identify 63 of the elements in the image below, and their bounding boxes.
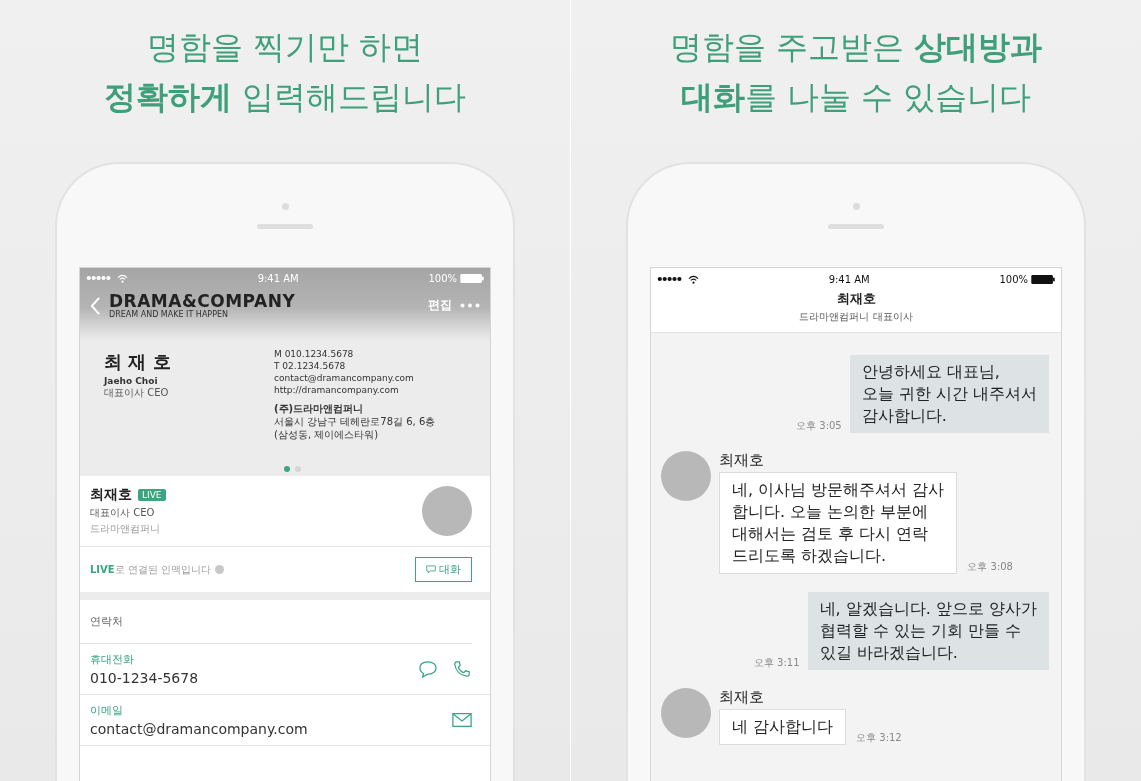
card-contact-line: T 02.1234.5678 [274, 360, 347, 372]
edit-button[interactable]: 편집 [428, 297, 452, 314]
card-contact-line: http://dramancompany.com [274, 384, 400, 396]
camera-icon [281, 202, 289, 210]
battery-text: 100% [428, 272, 457, 284]
message-time: 오후 3:11 [753, 656, 800, 670]
field-label: 휴대전화 [90, 652, 135, 667]
received-message: 네, 이사님 방문해주셔서 감사 합니다. 오늘 논의한 부분에 대해서는 검토 후 다시 연락 드리도록 하겠습니다. [719, 472, 958, 574]
headline-line: 정확하게 입력해드립니다 [103, 77, 467, 118]
battery-text: 100% [999, 273, 1028, 285]
received-message: 네 감사합니다 [719, 709, 847, 745]
headline-line: 명함을 찍기만 하면 [146, 27, 424, 68]
speech-bubble-icon [426, 565, 436, 574]
phone-icon[interactable] [452, 660, 472, 678]
speaker-icon [828, 223, 884, 229]
message-icon[interactable] [418, 660, 438, 678]
headline-line: 대화를 나눌 수 있습니다 [680, 77, 1032, 118]
back-icon[interactable] [90, 295, 101, 316]
contact-company: 드라마앤컴퍼니 [90, 522, 161, 536]
message-time: 오후 3:05 [796, 419, 842, 433]
field-value: contact@dramancompany.com [90, 721, 309, 737]
card-address-line: (주)드라마앤컴퍼니 [274, 402, 365, 415]
avatar [422, 486, 472, 536]
contact-title: 대표이사 CEO [90, 506, 156, 520]
camera-icon [852, 202, 860, 210]
card-name: 최 재 호 [104, 350, 172, 374]
card-name-english: Jaeho Choi [104, 376, 159, 386]
card-address-line: 서울시 강남구 테헤란로78길 6, 6층 [274, 415, 436, 428]
card-title: 대표이사 CEO [104, 386, 170, 400]
company-logo: DRAMA&COMPANY [109, 292, 297, 310]
message-time: 오후 3:12 [856, 731, 902, 745]
sender-name: 최재호 [719, 688, 765, 707]
avatar [661, 688, 711, 738]
chat-button[interactable]: 대화 [415, 557, 472, 582]
message-time: 오후 3:08 [967, 560, 1013, 574]
avatar [661, 451, 711, 501]
speaker-icon [257, 223, 313, 229]
wifi-icon [117, 273, 128, 283]
live-badge: LIVE [138, 489, 166, 501]
page-dot[interactable] [283, 466, 290, 472]
more-icon[interactable] [460, 303, 480, 308]
wifi-icon [688, 274, 699, 284]
battery-icon [1031, 274, 1055, 284]
contact-name: 최재호 [90, 486, 132, 504]
live-note: LIVE로 연결된 인맥입니다 [90, 562, 212, 577]
status-time: 9:41 AM [827, 273, 871, 285]
logo-tagline: DREAM AND MAKE IT HAPPEN [109, 310, 230, 319]
card-contact-line: M 010.1234.5678 [274, 348, 355, 360]
field-label: 이메일 [90, 703, 124, 718]
chat-subtitle: 드라마앤컴퍼니 대표이사 [799, 310, 913, 324]
section-title: 연락처 [80, 600, 472, 644]
chat-title: 최재호 [836, 290, 876, 308]
field-value: 010-1234-5678 [90, 670, 200, 686]
sender-name: 최재호 [719, 451, 765, 470]
card-address-line: (삼성동, 제이에스타워) [274, 428, 380, 441]
sent-message: 네, 알겠습니다. 앞으로 양사가 협력할 수 있는 기회 만들 수 있길 바라겠습니다. [807, 592, 1049, 670]
headline-line: 명함을 주고받은 상대방과 [669, 27, 1043, 68]
sent-message: 안녕하세요 대표님, 오늘 귀한 시간 내주셔서 감사합니다. [849, 355, 1049, 433]
help-icon[interactable] [215, 565, 225, 574]
status-time: 9:41 AM [256, 272, 300, 284]
mail-icon[interactable] [452, 711, 472, 729]
battery-icon [460, 273, 484, 283]
card-contact-line: contact@dramancompany.com [274, 372, 415, 384]
